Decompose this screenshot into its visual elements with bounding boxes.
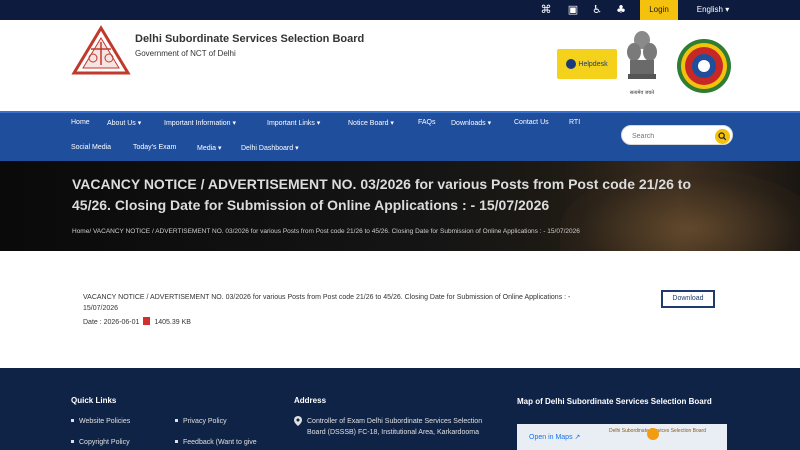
login-button[interactable]: Login [640,0,678,20]
footer-link-label: Feedback (Want to give [183,439,257,446]
emblem-caption: सत्यमेव जयते [629,90,655,96]
address-heading: Address [294,396,327,405]
footer-link-website-policies[interactable]: Website Policies [71,418,130,425]
page-banner: VACANCY NOTICE / ADVERTISEMENT NO. 03/20… [0,161,800,251]
location-pin-icon [294,416,302,426]
notice-date: Date : 2026-06-01 [83,319,140,326]
open-in-maps-link[interactable]: Open in Maps ↗ [529,433,580,441]
nav-contact-us[interactable]: Contact Us [514,119,549,126]
national-emblem-icon [627,31,657,79]
pdf-icon [143,317,151,325]
bullet-icon [175,419,178,422]
dsssb-logo[interactable] [71,25,131,77]
nav-about-us[interactable]: About Us ▾ [107,119,141,127]
page-title: VACANCY NOTICE / ADVERTISEMENT NO. 03/20… [72,176,692,213]
footer-link-label: Copyright Policy [79,439,130,446]
screen-reader-icon[interactable]: ▣ [566,3,580,17]
site-footer: Quick Links Website Policies Privacy Pol… [0,368,800,450]
search-box [621,125,733,145]
helpdesk-icon [566,59,577,69]
accessibility-icon[interactable]: ♿ [590,3,604,17]
top-bar: ⌘ ▣ ♿ ♣ Login English ▾ [0,0,800,20]
language-dropdown[interactable]: English ▾ [683,0,743,20]
footer-link-copyright-policy[interactable]: Copyright Policy [71,439,130,446]
nav-social-media[interactable]: Social Media [71,144,111,151]
map-pin-icon[interactable] [647,428,659,440]
nav-home[interactable]: Home [71,119,90,126]
nav-faqs[interactable]: FAQs [418,119,436,126]
download-button[interactable]: Download [661,290,715,308]
org-name[interactable]: Delhi Subordinate Services Selection Boa… [135,33,364,45]
nav-important-links[interactable]: Important Links ▾ [267,119,320,127]
nav-top-border [0,111,800,113]
search-icon[interactable] [715,129,730,144]
address-text: Controller of Exam Delhi Subordinate Ser… [307,418,483,436]
notice-meta: Date : 2026-06-01 1405.39 KB [83,317,191,326]
nav-notice-board[interactable]: Notice Board ▾ [348,119,394,127]
nav-downloads[interactable]: Downloads ▾ [451,119,491,127]
footer-link-privacy-policy[interactable]: Privacy Policy [175,418,227,425]
nav-todays-exam[interactable]: Today's Exam [133,144,176,151]
quick-links-heading: Quick Links [71,396,117,405]
footer-link-label: Privacy Policy [183,418,227,425]
campaign-badge-icon [677,39,731,93]
main-nav: Home About Us ▾ Important Information ▾ … [0,111,800,161]
nav-rti[interactable]: RTI [569,119,580,126]
notice-description: VACANCY NOTICE / ADVERTISEMENT NO. 03/20… [83,294,571,312]
map-embed[interactable]: Open in Maps ↗ Delhi Subordinate Service… [517,424,727,450]
bullet-icon [71,419,74,422]
org-subtitle: Government of NCT of Delhi [135,49,236,58]
helpdesk-label: Helpdesk [578,60,608,68]
site-header: Delhi Subordinate Services Selection Boa… [0,20,800,111]
helpdesk-button[interactable]: Helpdesk [557,49,617,79]
map-heading: Map of Delhi Subordinate Services Select… [517,397,712,406]
search-input[interactable] [632,130,712,142]
sitemap-icon[interactable]: ⌘ [539,3,553,17]
main-content: VACANCY NOTICE / ADVERTISEMENT NO. 03/20… [0,251,800,368]
nav-media[interactable]: Media ▾ [197,144,222,152]
bullet-icon [71,440,74,443]
file-size: 1405.39 KB [154,319,191,326]
bullet-icon [175,440,178,443]
footer-link-feedback[interactable]: Feedback (Want to give [175,439,257,446]
nav-delhi-dashboard[interactable]: Delhi Dashboard ▾ [241,144,299,152]
contrast-icon[interactable]: ♣ [614,3,628,17]
footer-link-label: Website Policies [79,418,131,425]
nav-important-information[interactable]: Important Information ▾ [164,119,236,127]
breadcrumb[interactable]: Home/ VACANCY NOTICE / ADVERTISEMENT NO.… [72,228,732,235]
